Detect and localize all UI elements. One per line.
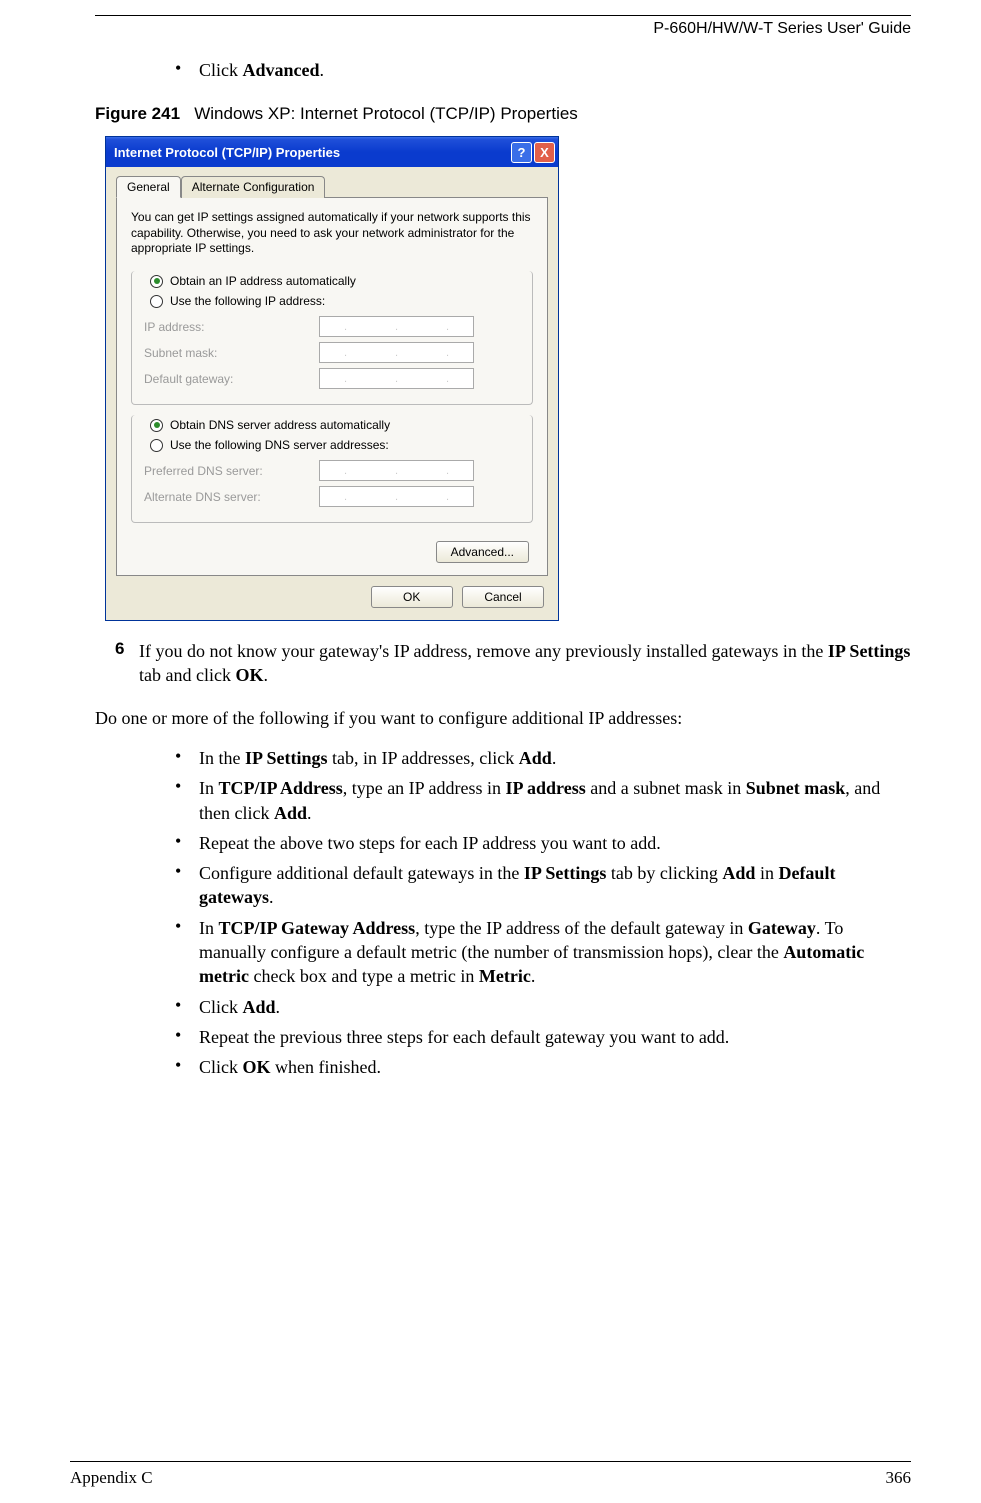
radio-use-dns-addresses[interactable]	[150, 439, 163, 452]
list-item: • Repeat the previous three steps for ea…	[175, 1025, 911, 1049]
list-item: • In TCP/IP Address, type an IP address …	[175, 776, 911, 825]
text-bold: IP address	[506, 778, 586, 798]
tcpip-properties-dialog: Internet Protocol (TCP/IP) Properties ? …	[105, 136, 559, 621]
text: tab and click	[139, 665, 235, 685]
bullet-dot-icon: •	[175, 1025, 199, 1049]
text: .	[307, 803, 312, 823]
close-icon[interactable]: X	[534, 142, 555, 163]
text: In	[199, 778, 219, 798]
text: .	[276, 997, 281, 1017]
ok-button[interactable]: OK	[371, 586, 453, 608]
bullet-dot-icon: •	[175, 1055, 199, 1079]
figure-title: Windows XP: Internet Protocol (TCP/IP) P…	[194, 104, 578, 123]
text-bold: Add	[243, 997, 276, 1017]
text-bold: Advanced	[243, 60, 320, 80]
radio-use-ip-address[interactable]	[150, 295, 163, 308]
text-bold: Add	[722, 863, 755, 883]
text-bold: Add	[274, 803, 307, 823]
step-number: 6	[115, 639, 139, 688]
text-bold: OK	[243, 1057, 271, 1077]
text-bold: OK	[235, 665, 263, 685]
cancel-button[interactable]: Cancel	[462, 586, 544, 608]
header-guide: P-660H/HW/W-T Series User' Guide	[95, 20, 911, 38]
radio-obtain-ip-auto[interactable]	[150, 275, 163, 288]
step-6: 6 If you do not know your gateway's IP a…	[115, 639, 911, 688]
label-ip-address: IP address:	[144, 320, 319, 334]
text: In	[199, 918, 219, 938]
radio-label: Use the following DNS server addresses:	[170, 438, 389, 452]
list-item: • In TCP/IP Gateway Address, type the IP…	[175, 916, 911, 989]
text-bold: IP Settings	[524, 863, 607, 883]
list-item: • Repeat the above two steps for each IP…	[175, 831, 911, 855]
text: .	[552, 748, 557, 768]
tab-alternate-configuration[interactable]: Alternate Configuration	[181, 176, 326, 198]
text: Click	[199, 1057, 243, 1077]
bullet-dot-icon: •	[175, 995, 199, 1019]
text: , type the IP address of the default gat…	[415, 918, 748, 938]
label-preferred-dns: Preferred DNS server:	[144, 464, 319, 478]
text-bold: TCP/IP Gateway Address	[219, 918, 416, 938]
text-bold: IP Settings	[245, 748, 328, 768]
figure-number: Figure 241	[95, 104, 180, 123]
radio-label: Use the following IP address:	[170, 294, 325, 308]
text-bold: IP Settings	[828, 641, 911, 661]
text: .	[263, 665, 268, 685]
bullet-item: • Click Advanced.	[175, 58, 911, 82]
advanced-button[interactable]: Advanced...	[436, 541, 529, 563]
text: and a subnet mask in	[586, 778, 746, 798]
radio-obtain-dns-auto[interactable]	[150, 419, 163, 432]
text: , type an IP address in	[343, 778, 506, 798]
text-bold: Metric	[479, 966, 531, 986]
list-item: • Click OK when finished.	[175, 1055, 911, 1079]
text-bold: Subnet mask	[746, 778, 846, 798]
text: Click	[199, 60, 243, 80]
label-subnet-mask: Subnet mask:	[144, 346, 319, 360]
paragraph: Do one or more of the following if you w…	[95, 706, 911, 730]
default-gateway-input[interactable]: ...	[319, 368, 474, 389]
list-item: • Click Add.	[175, 995, 911, 1019]
preferred-dns-input[interactable]: ...	[319, 460, 474, 481]
text: tab, in IP addresses, click	[328, 748, 519, 768]
footer-left: Appendix C	[70, 1468, 153, 1488]
bullet-dot-icon: •	[175, 58, 199, 82]
bullet-dot-icon: •	[175, 776, 199, 825]
alternate-dns-input[interactable]: ...	[319, 486, 474, 507]
bullet-dot-icon: •	[175, 831, 199, 855]
text: .	[320, 60, 325, 80]
titlebar: Internet Protocol (TCP/IP) Properties ? …	[106, 137, 558, 167]
text: .	[531, 966, 536, 986]
help-icon[interactable]: ?	[511, 142, 532, 163]
bullet-dot-icon: •	[175, 746, 199, 770]
intro-text: You can get IP settings assigned automat…	[131, 210, 533, 257]
text: If you do not know your gateway's IP add…	[139, 641, 828, 661]
list-item: • Configure additional default gateways …	[175, 861, 911, 910]
page-number: 366	[886, 1468, 912, 1488]
ip-address-input[interactable]: ...	[319, 316, 474, 337]
label-default-gateway: Default gateway:	[144, 372, 319, 386]
text: In the	[199, 748, 245, 768]
list-item: • In the IP Settings tab, in IP addresse…	[175, 746, 911, 770]
text-bold: TCP/IP Address	[219, 778, 343, 798]
radio-label: Obtain DNS server address automatically	[170, 418, 390, 432]
text: Repeat the previous three steps for each…	[199, 1027, 729, 1047]
text: Configure additional default gateways in…	[199, 863, 524, 883]
text: in	[755, 863, 778, 883]
subnet-mask-input[interactable]: ...	[319, 342, 474, 363]
figure-caption: Figure 241 Windows XP: Internet Protocol…	[95, 104, 911, 124]
text: tab by clicking	[606, 863, 722, 883]
text: check box and type a metric in	[249, 966, 479, 986]
text-bold: Gateway	[748, 918, 816, 938]
window-title: Internet Protocol (TCP/IP) Properties	[114, 145, 509, 160]
bullet-dot-icon: •	[175, 861, 199, 910]
text: .	[269, 887, 274, 907]
text: when finished.	[271, 1057, 381, 1077]
radio-label: Obtain an IP address automatically	[170, 274, 356, 288]
text: Click	[199, 997, 243, 1017]
label-alternate-dns: Alternate DNS server:	[144, 490, 319, 504]
text-bold: Add	[519, 748, 552, 768]
bullet-dot-icon: •	[175, 916, 199, 989]
tab-general[interactable]: General	[116, 176, 181, 198]
text: Repeat the above two steps for each IP a…	[199, 833, 661, 853]
